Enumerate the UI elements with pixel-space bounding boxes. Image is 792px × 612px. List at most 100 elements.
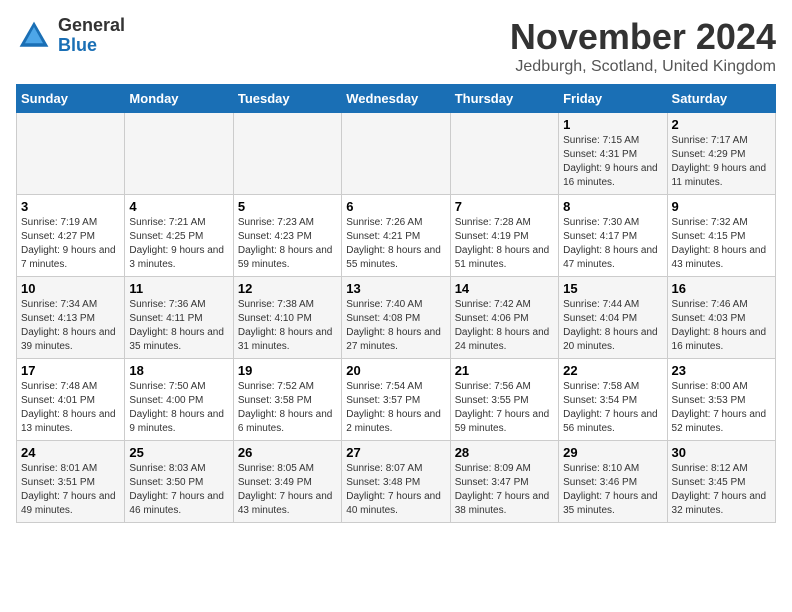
day-info: Sunrise: 8:07 AM Sunset: 3:48 PM Dayligh… xyxy=(346,462,445,518)
day-number: 5 xyxy=(238,199,337,214)
day-info: Sunrise: 7:34 AM Sunset: 4:13 PM Dayligh… xyxy=(21,298,120,354)
weekday-header: Sunday xyxy=(17,85,125,113)
calendar-cell: 15 Sunrise: 7:44 AM Sunset: 4:04 PM Dayli… xyxy=(559,277,667,359)
day-number: 27 xyxy=(346,445,445,460)
day-number: 29 xyxy=(563,445,662,460)
title-section: November 2024 Jedburgh, Scotland, United… xyxy=(510,16,776,76)
calendar-cell: 13 Sunrise: 7:40 AM Sunset: 4:08 PM Dayli… xyxy=(342,277,450,359)
calendar-cell xyxy=(17,113,125,195)
day-number: 15 xyxy=(563,281,662,296)
day-info: Sunrise: 7:23 AM Sunset: 4:23 PM Dayligh… xyxy=(238,216,337,272)
day-info: Sunrise: 7:15 AM Sunset: 4:31 PM Dayligh… xyxy=(563,134,662,190)
day-info: Sunrise: 7:28 AM Sunset: 4:19 PM Dayligh… xyxy=(455,216,554,272)
calendar-cell: 11 Sunrise: 7:36 AM Sunset: 4:11 PM Dayli… xyxy=(125,277,233,359)
calendar-week-row: 17 Sunrise: 7:48 AM Sunset: 4:01 PM Dayli… xyxy=(17,359,776,441)
day-info: Sunrise: 8:09 AM Sunset: 3:47 PM Dayligh… xyxy=(455,462,554,518)
day-number: 30 xyxy=(672,445,771,460)
day-number: 3 xyxy=(21,199,120,214)
day-number: 14 xyxy=(455,281,554,296)
calendar-week-row: 3 Sunrise: 7:19 AM Sunset: 4:27 PM Daylig… xyxy=(17,195,776,277)
day-info: Sunrise: 7:50 AM Sunset: 4:00 PM Dayligh… xyxy=(129,380,228,436)
calendar-cell: 2 Sunrise: 7:17 AM Sunset: 4:29 PM Daylig… xyxy=(667,113,775,195)
day-info: Sunrise: 7:48 AM Sunset: 4:01 PM Dayligh… xyxy=(21,380,120,436)
calendar-cell: 26 Sunrise: 8:05 AM Sunset: 3:49 PM Dayli… xyxy=(233,441,341,523)
calendar-cell xyxy=(450,113,558,195)
calendar-cell: 25 Sunrise: 8:03 AM Sunset: 3:50 PM Dayli… xyxy=(125,441,233,523)
calendar-table: SundayMondayTuesdayWednesdayThursdayFrid… xyxy=(16,84,776,523)
weekday-header: Friday xyxy=(559,85,667,113)
day-number: 18 xyxy=(129,363,228,378)
day-info: Sunrise: 7:17 AM Sunset: 4:29 PM Dayligh… xyxy=(672,134,771,190)
day-info: Sunrise: 8:00 AM Sunset: 3:53 PM Dayligh… xyxy=(672,380,771,436)
calendar-cell: 3 Sunrise: 7:19 AM Sunset: 4:27 PM Daylig… xyxy=(17,195,125,277)
day-number: 12 xyxy=(238,281,337,296)
day-info: Sunrise: 7:56 AM Sunset: 3:55 PM Dayligh… xyxy=(455,380,554,436)
calendar-cell: 10 Sunrise: 7:34 AM Sunset: 4:13 PM Dayli… xyxy=(17,277,125,359)
day-number: 25 xyxy=(129,445,228,460)
calendar-cell: 19Sunrise: 7:52 AM Sunset: 3:58 PM Dayli… xyxy=(233,359,341,441)
logo: General Blue xyxy=(16,16,125,56)
day-number: 24 xyxy=(21,445,120,460)
calendar-cell: 5 Sunrise: 7:23 AM Sunset: 4:23 PM Daylig… xyxy=(233,195,341,277)
day-number: 9 xyxy=(672,199,771,214)
day-number: 7 xyxy=(455,199,554,214)
calendar-cell: 9Sunrise: 7:32 AM Sunset: 4:15 PM Daylig… xyxy=(667,195,775,277)
day-info: Sunrise: 7:42 AM Sunset: 4:06 PM Dayligh… xyxy=(455,298,554,354)
day-number: 4 xyxy=(129,199,228,214)
calendar-cell: 23 Sunrise: 8:00 AM Sunset: 3:53 PM Dayli… xyxy=(667,359,775,441)
calendar-cell: 8Sunrise: 7:30 AM Sunset: 4:17 PM Daylig… xyxy=(559,195,667,277)
day-info: Sunrise: 7:46 AM Sunset: 4:03 PM Dayligh… xyxy=(672,298,771,354)
calendar-cell: 22 Sunrise: 7:58 AM Sunset: 3:54 PM Dayli… xyxy=(559,359,667,441)
day-number: 26 xyxy=(238,445,337,460)
calendar-cell: 27 Sunrise: 8:07 AM Sunset: 3:48 PM Dayli… xyxy=(342,441,450,523)
logo-blue: Blue xyxy=(58,35,97,55)
calendar-cell: 28Sunrise: 8:09 AM Sunset: 3:47 PM Dayli… xyxy=(450,441,558,523)
day-info: Sunrise: 7:19 AM Sunset: 4:27 PM Dayligh… xyxy=(21,216,120,272)
day-info: Sunrise: 7:36 AM Sunset: 4:11 PM Dayligh… xyxy=(129,298,228,354)
calendar-week-row: 1Sunrise: 7:15 AM Sunset: 4:31 PM Daylig… xyxy=(17,113,776,195)
calendar-cell: 14 Sunrise: 7:42 AM Sunset: 4:06 PM Dayli… xyxy=(450,277,558,359)
calendar-cell: 18 Sunrise: 7:50 AM Sunset: 4:00 PM Dayli… xyxy=(125,359,233,441)
weekday-header: Saturday xyxy=(667,85,775,113)
calendar-cell xyxy=(125,113,233,195)
day-number: 6 xyxy=(346,199,445,214)
day-number: 22 xyxy=(563,363,662,378)
calendar-cell: 20Sunrise: 7:54 AM Sunset: 3:57 PM Dayli… xyxy=(342,359,450,441)
calendar-week-row: 24 Sunrise: 8:01 AM Sunset: 3:51 PM Dayli… xyxy=(17,441,776,523)
location-title: Jedburgh, Scotland, United Kingdom xyxy=(510,58,776,76)
calendar-cell: 6Sunrise: 7:26 AM Sunset: 4:21 PM Daylig… xyxy=(342,195,450,277)
calendar-cell: 7 Sunrise: 7:28 AM Sunset: 4:19 PM Daylig… xyxy=(450,195,558,277)
day-number: 2 xyxy=(672,117,771,132)
day-number: 10 xyxy=(21,281,120,296)
day-number: 11 xyxy=(129,281,228,296)
month-title: November 2024 xyxy=(510,16,776,58)
day-info: Sunrise: 7:40 AM Sunset: 4:08 PM Dayligh… xyxy=(346,298,445,354)
day-info: Sunrise: 8:05 AM Sunset: 3:49 PM Dayligh… xyxy=(238,462,337,518)
day-number: 21 xyxy=(455,363,554,378)
day-number: 23 xyxy=(672,363,771,378)
day-info: Sunrise: 7:38 AM Sunset: 4:10 PM Dayligh… xyxy=(238,298,337,354)
day-info: Sunrise: 8:12 AM Sunset: 3:45 PM Dayligh… xyxy=(672,462,771,518)
day-info: Sunrise: 7:54 AM Sunset: 3:57 PM Dayligh… xyxy=(346,380,445,436)
day-number: 13 xyxy=(346,281,445,296)
weekday-header-row: SundayMondayTuesdayWednesdayThursdayFrid… xyxy=(17,85,776,113)
calendar-cell: 16 Sunrise: 7:46 AM Sunset: 4:03 PM Dayli… xyxy=(667,277,775,359)
day-info: Sunrise: 8:01 AM Sunset: 3:51 PM Dayligh… xyxy=(21,462,120,518)
day-info: Sunrise: 8:10 AM Sunset: 3:46 PM Dayligh… xyxy=(563,462,662,518)
day-info: Sunrise: 8:03 AM Sunset: 3:50 PM Dayligh… xyxy=(129,462,228,518)
calendar-cell: 12 Sunrise: 7:38 AM Sunset: 4:10 PM Dayli… xyxy=(233,277,341,359)
day-number: 17 xyxy=(21,363,120,378)
calendar-week-row: 10 Sunrise: 7:34 AM Sunset: 4:13 PM Dayli… xyxy=(17,277,776,359)
day-number: 16 xyxy=(672,281,771,296)
day-number: 8 xyxy=(563,199,662,214)
weekday-header: Monday xyxy=(125,85,233,113)
calendar-cell: 1Sunrise: 7:15 AM Sunset: 4:31 PM Daylig… xyxy=(559,113,667,195)
day-info: Sunrise: 7:44 AM Sunset: 4:04 PM Dayligh… xyxy=(563,298,662,354)
logo-icon xyxy=(16,18,52,54)
calendar-cell: 24 Sunrise: 8:01 AM Sunset: 3:51 PM Dayli… xyxy=(17,441,125,523)
weekday-header: Wednesday xyxy=(342,85,450,113)
day-info: Sunrise: 7:58 AM Sunset: 3:54 PM Dayligh… xyxy=(563,380,662,436)
calendar-cell: 30 Sunrise: 8:12 AM Sunset: 3:45 PM Dayli… xyxy=(667,441,775,523)
calendar-cell xyxy=(342,113,450,195)
page-header: General Blue November 2024 Jedburgh, Sco… xyxy=(16,16,776,76)
